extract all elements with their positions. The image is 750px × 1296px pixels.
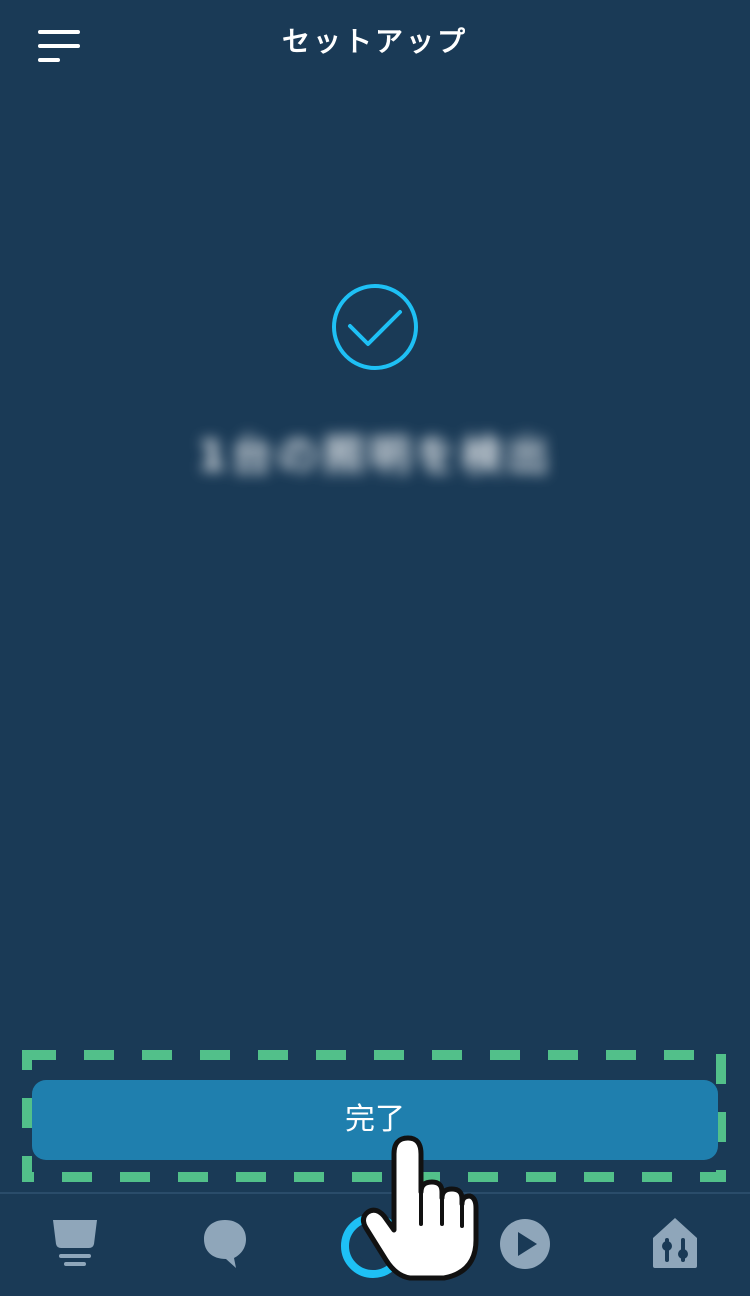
detected-status-text: 1台の照明を検出 xyxy=(197,431,553,480)
bottom-nav xyxy=(0,1192,750,1296)
done-button[interactable]: 完了 xyxy=(32,1080,718,1160)
checkmark-circle-icon xyxy=(332,284,418,370)
play-icon xyxy=(500,1219,550,1269)
home-screen-icon xyxy=(53,1220,97,1266)
app-header: セットアップ xyxy=(0,0,750,90)
nav-play[interactable] xyxy=(490,1212,560,1282)
speech-bubble-icon xyxy=(204,1220,246,1268)
nav-devices[interactable] xyxy=(640,1212,710,1282)
nav-communicate[interactable] xyxy=(190,1212,260,1282)
setup-screen: セットアップ 1台の照明を検出 完了 xyxy=(0,0,750,1296)
nav-home[interactable] xyxy=(40,1212,110,1282)
smart-home-devices-icon xyxy=(653,1218,697,1268)
alexa-ring-icon xyxy=(341,1214,405,1278)
nav-alexa[interactable] xyxy=(338,1212,408,1282)
page-title: セットアップ xyxy=(281,25,468,58)
